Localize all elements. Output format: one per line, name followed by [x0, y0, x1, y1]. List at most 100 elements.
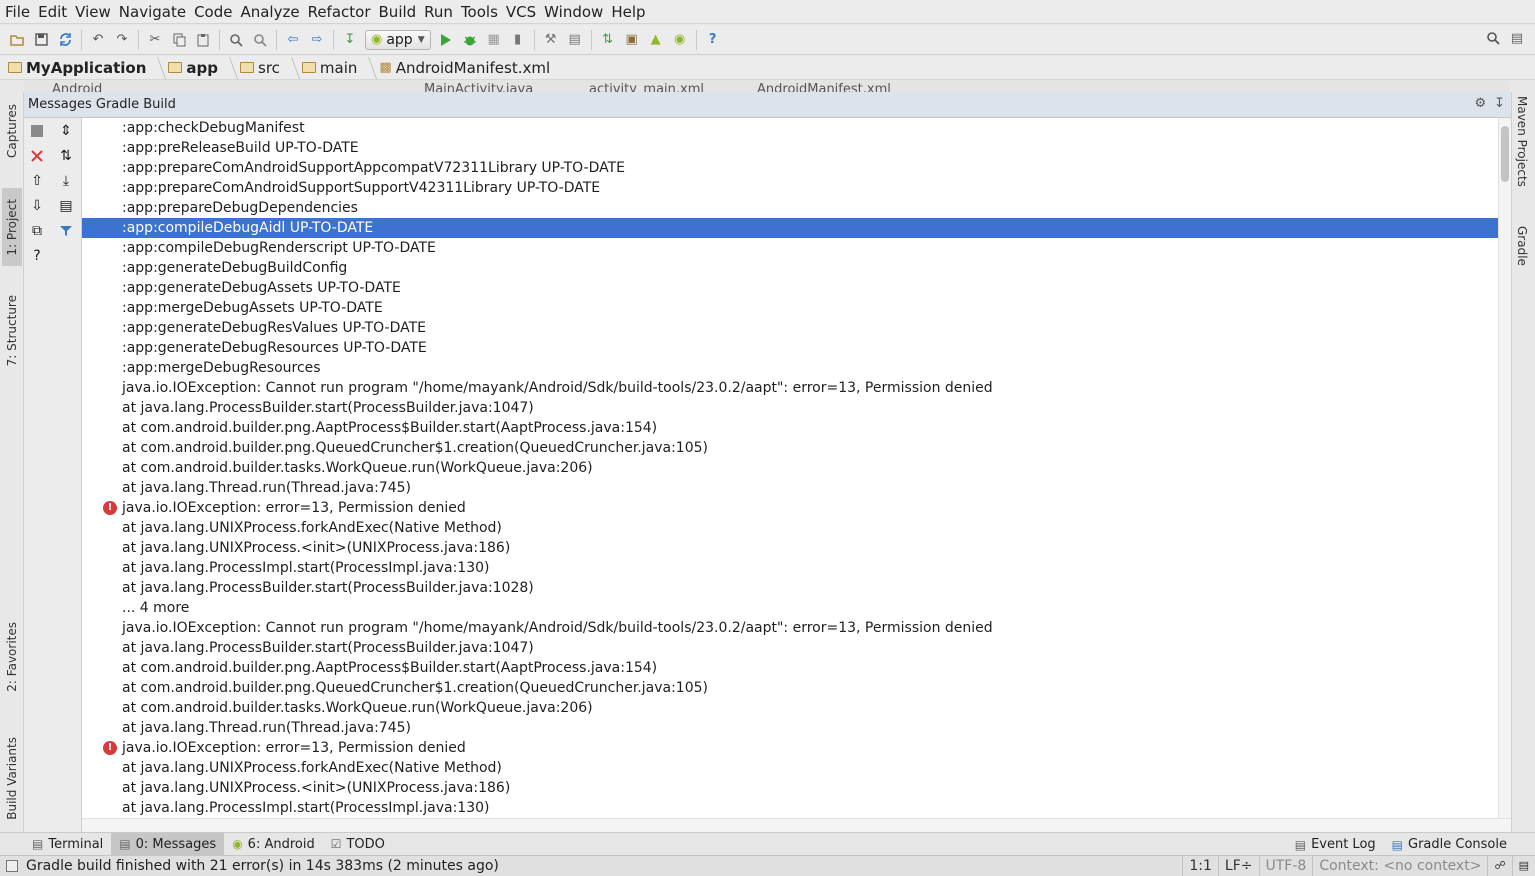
tool-tab-project[interactable]: 1: Project [2, 188, 22, 266]
ide-settings-icon[interactable]: ▤ [1508, 29, 1526, 47]
breadcrumb-item-main[interactable]: main [301, 59, 365, 77]
hide-panel-icon[interactable]: ↧ [1494, 96, 1505, 111]
tab-mainactivity[interactable]: MainActivity.java [424, 82, 533, 92]
breadcrumb-item-module[interactable]: app [168, 59, 226, 77]
project-structure-icon[interactable]: ⚒ [542, 31, 560, 49]
log-line[interactable]: :app:compileDebugAidl UP-TO-DATE [82, 218, 1498, 238]
tool-tab-maven-projects[interactable]: Maven Projects [1515, 96, 1529, 191]
log-line[interactable]: java.io.IOException: Cannot run program … [82, 618, 1498, 638]
tool-tab-gradle[interactable]: Gradle [1515, 226, 1529, 270]
log-line[interactable]: at com.android.builder.tasks.WorkQueue.r… [82, 698, 1498, 718]
log-line[interactable]: at java.lang.Thread.run(Thread.java:745) [82, 478, 1498, 498]
collapse-all-icon[interactable]: ⇅ [57, 147, 75, 165]
tool-tab-favorites[interactable]: 2: Favorites [2, 616, 22, 698]
menu-run[interactable]: Run [423, 3, 460, 21]
log-line[interactable]: at java.lang.ProcessImpl.start(ProcessIm… [82, 558, 1498, 578]
log-line[interactable]: at java.lang.UNIXProcess.<init>(UNIXProc… [82, 778, 1498, 798]
log-line[interactable]: at java.lang.ProcessImpl.start(ProcessIm… [82, 798, 1498, 818]
log-line[interactable]: :app:compileDebugRenderscript UP-TO-DATE [82, 238, 1498, 258]
next-message-icon[interactable]: ⇩ [28, 197, 46, 215]
find-icon[interactable] [227, 31, 245, 49]
log-line[interactable]: :app:generateDebugBuildConfig [82, 258, 1498, 278]
previous-message-icon[interactable]: ⇧ [28, 172, 46, 190]
tab-event-log[interactable]: ▤ Event Log [1287, 833, 1384, 856]
run-icon[interactable] [437, 31, 455, 49]
tool-tab-build-variants[interactable]: Build Variants [2, 730, 22, 826]
caret-position[interactable]: 1:1 [1182, 856, 1218, 876]
log-line[interactable]: :app:prepareComAndroidSupportAppcompatV7… [82, 158, 1498, 178]
log-line-error[interactable]: ! java.io.IOException: error=13, Permissi… [82, 498, 1498, 518]
menu-navigate[interactable]: Navigate [118, 3, 193, 21]
debug-icon[interactable] [461, 31, 479, 49]
paste-icon[interactable] [194, 31, 212, 49]
context-selector[interactable]: Context: <no context> [1312, 856, 1487, 876]
horizontal-scrollbar[interactable] [82, 818, 1511, 832]
open-source-icon[interactable]: ⧉ [28, 222, 46, 240]
tab-android-view[interactable]: Android [52, 82, 102, 92]
log-line[interactable]: :app:mergeDebugResources [82, 358, 1498, 378]
file-encoding[interactable]: UTF-8 [1258, 856, 1313, 876]
messages-log[interactable]: :app:checkDebugManifest:app:preReleaseBu… [82, 118, 1498, 818]
device-monitor-icon[interactable]: ▲ [647, 31, 665, 49]
scrollbar-thumb[interactable] [1501, 126, 1509, 182]
tool-tab-structure[interactable]: 7: Structure [2, 290, 22, 372]
autoscroll-icon[interactable]: ▤ [57, 197, 75, 215]
log-line[interactable]: at com.android.builder.png.AaptProcess$B… [82, 418, 1498, 438]
tab-android-manifest[interactable]: AndroidManifest.xml [757, 82, 891, 92]
save-icon[interactable] [32, 31, 50, 49]
redo-icon[interactable]: ↷ [113, 31, 131, 49]
log-line[interactable]: :app:prepareComAndroidSupportSupportV423… [82, 178, 1498, 198]
stop-icon[interactable] [28, 122, 46, 140]
log-line[interactable]: :app:checkDebugManifest [82, 118, 1498, 138]
log-line[interactable]: at com.android.builder.tasks.WorkQueue.r… [82, 458, 1498, 478]
tab-android[interactable]: ◉ 6: Android [224, 833, 323, 856]
menu-help[interactable]: Help [610, 3, 652, 21]
log-line[interactable]: at com.android.builder.png.AaptProcess$B… [82, 658, 1498, 678]
log-line[interactable]: at java.lang.UNIXProcess.forkAndExec(Nat… [82, 758, 1498, 778]
expand-all-icon[interactable]: ⇕ [57, 122, 75, 140]
tab-activity-main[interactable]: activity_main.xml [589, 82, 704, 92]
forward-icon[interactable]: ⇨ [308, 31, 326, 49]
breadcrumb-item-file[interactable]: ▩ AndroidManifest.xml [379, 59, 558, 77]
help-icon[interactable]: ? [28, 247, 46, 265]
log-line-error[interactable]: ! java.io.IOException: error=13, Permissi… [82, 738, 1498, 758]
log-line[interactable]: at java.lang.ProcessBuilder.start(Proces… [82, 638, 1498, 658]
log-line[interactable]: :app:prepareDebugDependencies [82, 198, 1498, 218]
status-message[interactable]: Gradle build finished with 21 error(s) i… [26, 858, 499, 874]
log-line[interactable]: ... 4 more [82, 598, 1498, 618]
lock-icon[interactable]: ☍ [1487, 856, 1511, 876]
tab-messages[interactable]: ▤ 0: Messages [111, 832, 225, 856]
line-separator[interactable]: LF÷ [1217, 856, 1259, 876]
replace-icon[interactable] [251, 31, 269, 49]
coverage-icon[interactable]: ▦ [485, 31, 503, 49]
menu-refactor[interactable]: Refactor [307, 3, 378, 21]
make-icon[interactable]: ↧ [341, 31, 359, 49]
tool-tab-captures[interactable]: Captures [2, 96, 22, 166]
log-line[interactable]: at java.lang.UNIXProcess.<init>(UNIXProc… [82, 538, 1498, 558]
menu-build[interactable]: Build [378, 3, 424, 21]
log-line[interactable]: :app:generateDebugResValues UP-TO-DATE [82, 318, 1498, 338]
tab-gradle-console[interactable]: ▤ Gradle Console [1384, 833, 1515, 856]
tab-todo[interactable]: ☑ TODO [323, 833, 393, 856]
android-icon[interactable]: ◉ [671, 31, 689, 49]
menu-analyze[interactable]: Analyze [239, 3, 306, 21]
log-line[interactable]: :app:preReleaseBuild UP-TO-DATE [82, 138, 1498, 158]
sync-gradle-icon[interactable]: ⇅ [599, 31, 617, 49]
breadcrumb-item-src[interactable]: src [240, 59, 288, 77]
menu-tools[interactable]: Tools [460, 3, 505, 21]
tab-terminal[interactable]: ▤ Terminal [24, 833, 111, 856]
breadcrumb-item-project[interactable]: MyApplication [8, 59, 154, 77]
log-line[interactable]: at java.lang.Thread.run(Thread.java:745) [82, 718, 1498, 738]
menu-view[interactable]: View [74, 3, 118, 21]
menu-file[interactable]: File [4, 3, 37, 21]
cut-icon[interactable]: ✂ [146, 31, 164, 49]
log-line[interactable]: at com.android.builder.png.QueuedCrunche… [82, 678, 1498, 698]
sdk-manager-icon[interactable]: ▤ [566, 31, 584, 49]
avd-manager-icon[interactable]: ▣ [623, 31, 641, 49]
search-everywhere-icon[interactable] [1484, 29, 1502, 47]
export-icon[interactable]: ⤓ [57, 172, 75, 190]
sync-icon[interactable] [56, 31, 74, 49]
filter-icon[interactable] [57, 222, 75, 240]
event-indicator-icon[interactable]: ▤ [1511, 856, 1535, 876]
menu-window[interactable]: Window [543, 3, 610, 21]
